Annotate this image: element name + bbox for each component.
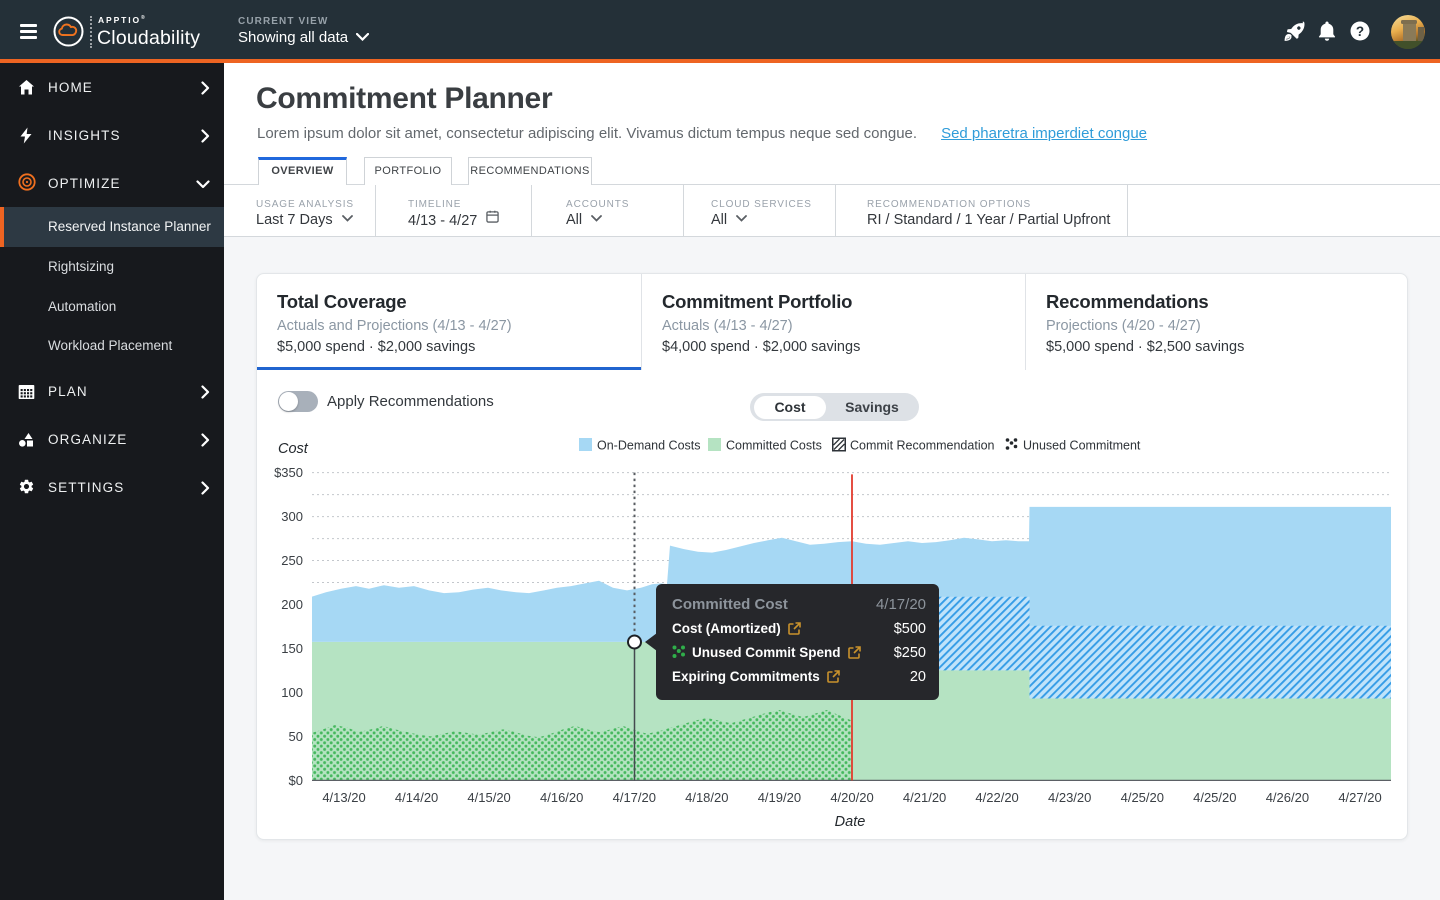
- svg-text:Commit Recommendation: Commit Recommendation: [850, 439, 995, 453]
- svg-text:4/14/20: 4/14/20: [395, 790, 438, 805]
- svg-text:$0: $0: [289, 773, 303, 788]
- svg-text:?: ?: [1356, 24, 1364, 39]
- svg-text:Date: Date: [835, 814, 866, 830]
- svg-text:Committed Costs: Committed Costs: [726, 439, 822, 453]
- svg-text:4/13/20: 4/13/20: [322, 790, 365, 805]
- svg-text:4/26/20: 4/26/20: [1266, 790, 1309, 805]
- svg-text:4/19/20: 4/19/20: [758, 790, 801, 805]
- svg-text:100: 100: [281, 685, 303, 700]
- svg-text:200: 200: [281, 597, 303, 612]
- svg-text:150: 150: [281, 641, 303, 656]
- svg-text:4/25/20: 4/25/20: [1193, 790, 1236, 805]
- svg-text:300: 300: [281, 509, 303, 524]
- svg-text:4/25/20: 4/25/20: [1121, 790, 1164, 805]
- svg-text:50: 50: [289, 729, 303, 744]
- svg-text:On-Demand Costs: On-Demand Costs: [597, 439, 701, 453]
- svg-text:4/27/20: 4/27/20: [1338, 790, 1381, 805]
- svg-text:4/20/20: 4/20/20: [830, 790, 873, 805]
- svg-text:250: 250: [281, 553, 303, 568]
- svg-text:Cost: Cost: [278, 441, 309, 457]
- svg-text:4/18/20: 4/18/20: [685, 790, 728, 805]
- svg-text:4/15/20: 4/15/20: [467, 790, 510, 805]
- svg-text:4/21/20: 4/21/20: [903, 790, 946, 805]
- svg-text:4/16/20: 4/16/20: [540, 790, 583, 805]
- svg-text:$350: $350: [274, 465, 303, 480]
- svg-text:4/17/20: 4/17/20: [613, 790, 656, 805]
- svg-text:Unused Commitment: Unused Commitment: [1023, 439, 1141, 453]
- svg-text:4/23/20: 4/23/20: [1048, 790, 1091, 805]
- svg-text:4/22/20: 4/22/20: [975, 790, 1018, 805]
